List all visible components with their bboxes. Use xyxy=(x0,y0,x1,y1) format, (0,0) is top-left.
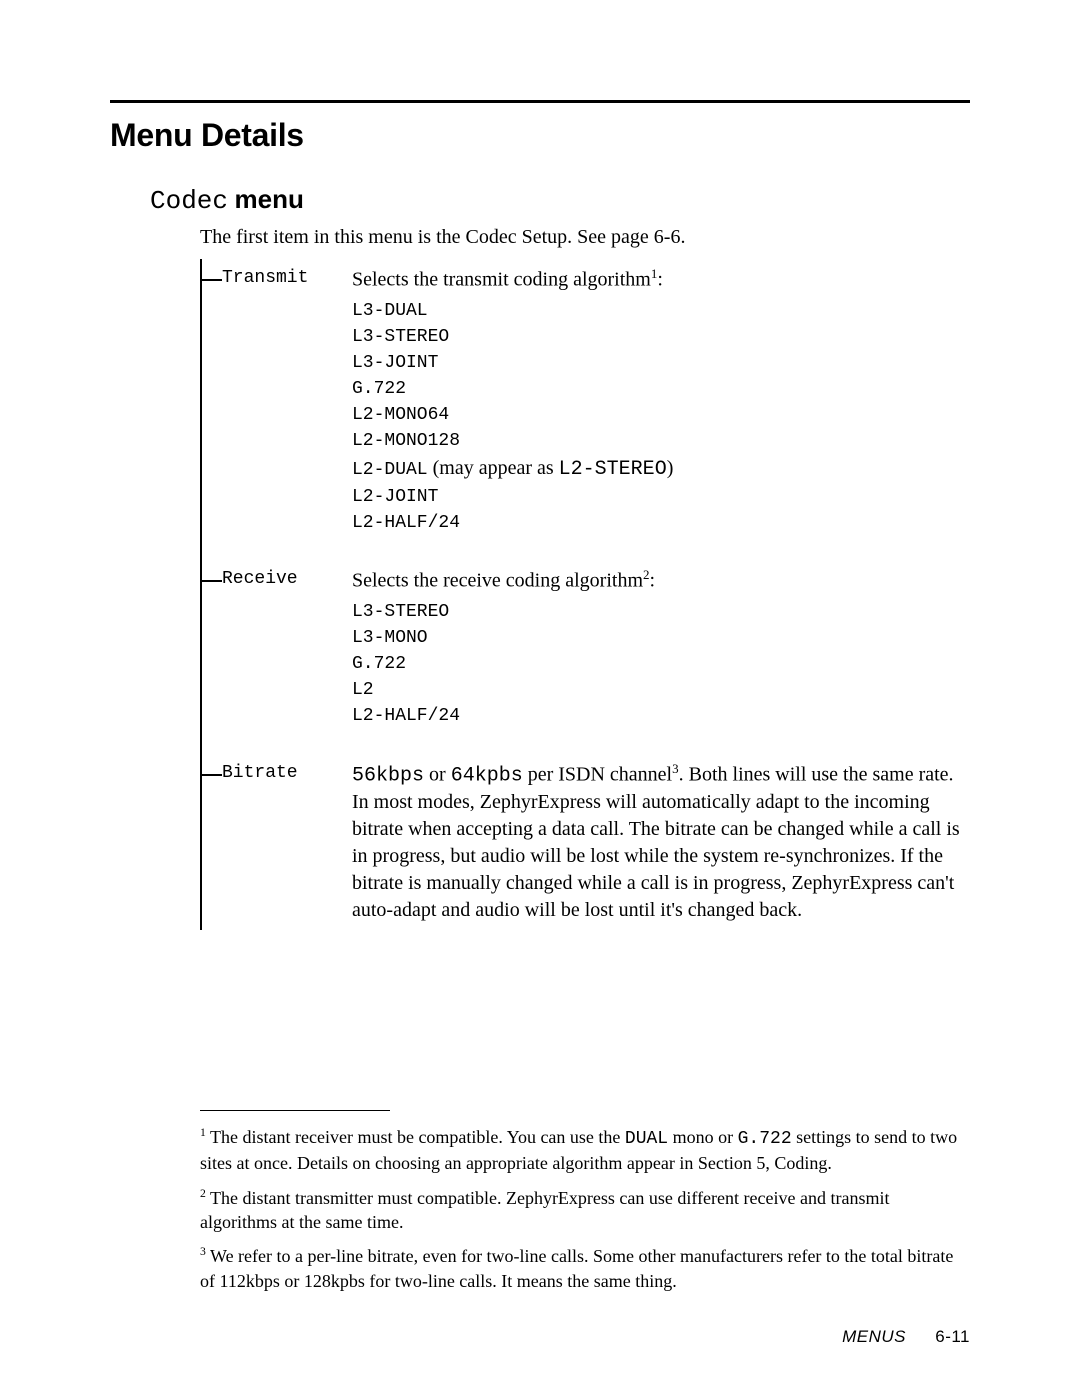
footnote: 2 The distant transmitter must compatibl… xyxy=(200,1186,970,1235)
menu-option: L3-STEREO xyxy=(352,324,970,350)
footnote: 1 The distant receiver must be compatibl… xyxy=(200,1125,970,1176)
menu-option: L2-MONO64 xyxy=(352,402,970,428)
menu-option: L2-HALF/24 xyxy=(352,703,970,729)
menu-option: L2-MONO128 xyxy=(352,428,970,454)
menu-item-label: Transmit xyxy=(222,265,352,288)
menu-option: G.722 xyxy=(352,376,970,402)
top-rule xyxy=(110,100,970,103)
codec-heading-codec: Codec xyxy=(150,186,228,216)
menu-item-options: L3-DUALL3-STEREOL3-JOINTG.722L2-MONO64L2… xyxy=(352,298,970,537)
menu-item-label: Bitrate xyxy=(222,760,352,783)
footer-section-label: MENUS xyxy=(842,1327,906,1346)
tree-branch xyxy=(202,279,222,281)
section-title: Menu Details xyxy=(110,117,970,154)
codec-heading-menu: menu xyxy=(235,184,304,214)
menu-option: L2-DUAL (may appear as L2-STEREO) xyxy=(352,454,970,484)
footnotes: 1 The distant receiver must be compatibl… xyxy=(200,1125,970,1293)
footer-page-number: 6-11 xyxy=(935,1327,970,1346)
tree-branch xyxy=(202,580,222,582)
menu-option: L2 xyxy=(352,677,970,703)
footnote: 3 We refer to a per-line bitrate, even f… xyxy=(200,1244,970,1293)
codec-menu-tree: TransmitSelects the transmit coding algo… xyxy=(200,259,970,930)
codec-intro: The first item in this menu is the Codec… xyxy=(200,224,970,251)
menu-option: L2-HALF/24 xyxy=(352,510,970,536)
menu-option: L3-JOINT xyxy=(352,350,970,376)
menu-option: L3-STEREO xyxy=(352,599,970,625)
menu-item-lead: Selects the transmit coding algorithm1: xyxy=(352,265,970,294)
menu-item-label: Receive xyxy=(222,566,352,589)
menu-item-description: Selects the transmit coding algorithm1: L… xyxy=(352,265,970,536)
tree-branch xyxy=(202,774,222,776)
footnote-rule xyxy=(200,1110,390,1111)
menu-option: L3-DUAL xyxy=(352,298,970,324)
menu-option: L3-MONO xyxy=(352,625,970,651)
menu-option: L2-JOINT xyxy=(352,484,970,510)
menu-item-lead: Selects the receive coding algorithm2: xyxy=(352,566,970,595)
menu-item: ReceiveSelects the receive coding algori… xyxy=(202,560,970,753)
menu-item-description: 56kbps or 64kpbs per ISDN channel3. Both… xyxy=(352,760,970,925)
menu-item: Bitrate56kbps or 64kpbs per ISDN channel… xyxy=(202,754,970,931)
menu-item-description: Selects the receive coding algorithm2: L3… xyxy=(352,566,970,729)
menu-option: G.722 xyxy=(352,651,970,677)
menu-item: TransmitSelects the transmit coding algo… xyxy=(202,259,970,560)
page-footer: MENUS 6-11 xyxy=(842,1327,970,1347)
menu-item-options: L3-STEREOL3-MONOG.722L2L2-HALF/24 xyxy=(352,599,970,729)
codec-menu-heading: Codec menu xyxy=(150,184,970,216)
